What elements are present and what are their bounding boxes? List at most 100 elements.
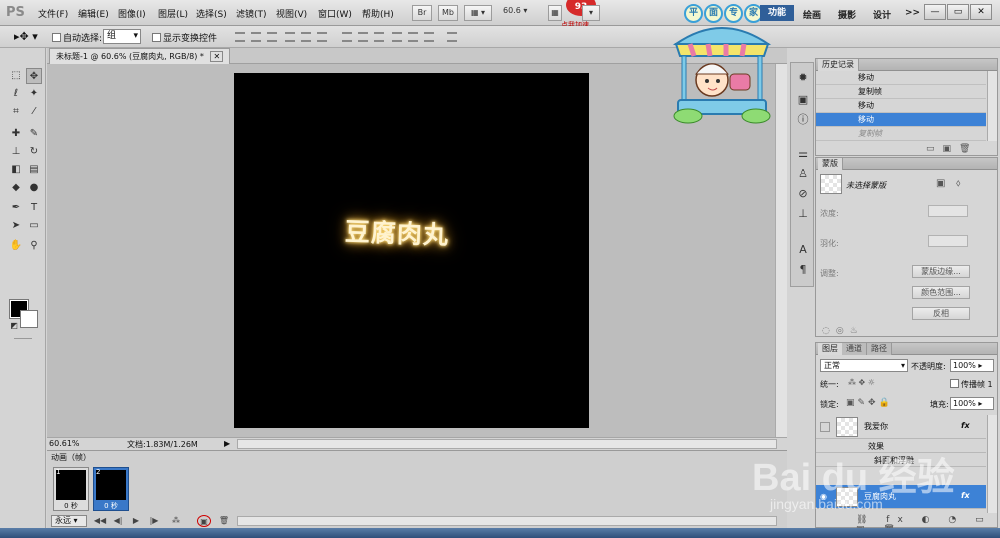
layer-name[interactable]: 我爱你 [864,421,888,432]
bridge-button[interactable]: Br [412,5,432,21]
menu-layer[interactable]: 图层(L) [158,7,188,20]
vertical-scrollbar[interactable] [775,64,787,437]
history-step[interactable]: 复制帧 [816,85,986,99]
distribute-bottom-icon[interactable] [374,32,384,42]
workspace-design[interactable]: 设计 [873,8,891,21]
quick-mask-icon[interactable] [14,338,32,339]
tab-masks[interactable]: 蒙版 [818,158,843,170]
first-frame-button[interactable]: ◀◀ [93,515,107,527]
arrange-icon[interactable]: ▦ [548,5,562,21]
tab-history[interactable]: 历史记录 [818,59,859,71]
lasso-tool-icon[interactable]: ℓ [8,86,24,102]
tab-paths[interactable]: 路径 [867,343,892,355]
brush-presets-icon[interactable]: ⚌ [796,147,810,161]
tab-layers[interactable]: 图层 [818,343,843,355]
menu-file[interactable]: 文件(F) [38,7,68,20]
path-select-tool-icon[interactable]: ➤ [8,218,24,234]
menu-edit[interactable]: 编辑(E) [78,7,109,20]
layer-row[interactable]: 我爱你 fx [816,415,986,439]
lock-icons[interactable]: ▣✎✥🔒 [846,398,893,408]
animation-panel-title[interactable]: 动画（帧） [51,452,91,463]
mask-edge-button[interactable]: 蒙版边缘... [912,265,970,278]
opacity-field[interactable]: 100% ▸ [950,359,994,372]
tool-presets-icon[interactable]: ⊥ [796,207,810,221]
horizontal-scrollbar[interactable] [237,439,777,449]
zoom-dropdown[interactable]: 60.6 ▾ [503,6,543,20]
color-range-button[interactable]: 颜色范围... [912,286,970,299]
workspace-more[interactable]: >> [905,8,920,18]
eyedropper-tool-icon[interactable]: ⁄ [26,104,42,120]
duplicate-frame-button[interactable]: ▣ [197,515,211,527]
previous-frame-button[interactable]: ◀| [111,515,125,527]
workspace-photography[interactable]: 摄影 [838,8,856,21]
auto-select-dropdown[interactable]: 组 ▾ [103,29,141,44]
align-left-icon[interactable] [285,32,295,42]
shape-tool-icon[interactable]: ▭ [26,218,42,234]
status-doc-size[interactable]: 文档:1.83M/1.26M [127,439,198,450]
add-pixel-mask-icon[interactable]: ▣ [936,178,945,189]
info-icon[interactable]: ⓘ [796,113,810,127]
delete-frame-button[interactable]: 🗑 [217,515,231,527]
menu-image[interactable]: 图像(I) [118,7,146,20]
distribute-left-icon[interactable] [392,32,402,42]
animation-frame-1[interactable]: 1 0 秒 [53,467,89,511]
menu-filter[interactable]: 滤镜(T) [236,7,267,20]
auto-align-icon[interactable] [447,32,457,42]
distribute-vcenter-icon[interactable] [358,32,368,42]
stamp-tool-icon[interactable]: ⊥ [8,144,24,160]
pen-tool-icon[interactable]: ✒ [8,200,24,216]
tween-button[interactable]: ⁂ [169,515,183,527]
menu-view[interactable]: 视图(V) [276,7,307,20]
loop-options-dropdown[interactable]: 永远 ▾ [51,515,87,527]
invert-button[interactable]: 反相 [912,307,970,320]
minibridge-button[interactable]: Mb [438,5,458,21]
hand-tool-icon[interactable]: ✋ [8,238,24,254]
history-scrollbar[interactable] [987,71,997,141]
blend-mode-dropdown[interactable]: 正常 ▾ [820,359,908,372]
distribute-hcenter-icon[interactable] [408,32,418,42]
crop-tool-icon[interactable]: ⌗ [8,104,24,120]
menu-help[interactable]: 帮助(H) [362,7,394,20]
paragraph-icon[interactable]: ¶ [796,263,810,277]
histogram-icon[interactable]: ▣ [796,93,810,107]
auto-select-checkbox[interactable] [52,33,61,42]
align-vcenter-icon[interactable] [251,32,261,42]
status-menu-arrow-icon[interactable]: ▶ [224,439,230,448]
distribute-right-icon[interactable] [424,32,434,42]
tab-channels[interactable]: 通道 [842,343,867,355]
move-tool-icon[interactable]: ✥ [26,68,42,84]
show-transform-checkbox[interactable] [152,33,161,42]
view-extras-button[interactable]: ▦ ▾ [464,5,492,21]
default-colors-icon[interactable]: ◩ [6,318,22,334]
menu-window[interactable]: 窗口(W) [318,7,352,20]
fill-field[interactable]: 100% ▸ [950,397,994,410]
eraser-tool-icon[interactable]: ◧ [8,162,24,178]
blur-tool-icon[interactable]: ◆ [8,180,24,196]
visibility-toggle[interactable] [820,422,830,432]
propagate-checkbox[interactable] [950,379,959,388]
auto-select-option[interactable]: 自动选择: [52,31,102,44]
type-tool-icon[interactable]: T [26,200,42,216]
move-tool-preset-icon[interactable]: ▸✥ ▾ [14,30,38,43]
background-color-swatch[interactable] [20,310,38,328]
history-step[interactable]: 移动 [816,71,986,85]
history-step[interactable]: 移动 [816,99,986,113]
layer-fx-icon[interactable]: fx [961,491,970,500]
propagate-option[interactable]: 传播帧 1 [950,379,993,390]
navigator-icon[interactable]: ✹ [796,71,810,85]
history-brush-tool-icon[interactable]: ↻ [26,144,42,160]
close-button[interactable]: ✕ [970,4,992,20]
density-field[interactable] [928,205,968,217]
distribute-top-icon[interactable] [342,32,352,42]
show-transform-option[interactable]: 显示变换控件 [152,31,217,44]
screen-mode-button[interactable]: ▾ [582,5,600,21]
character-icon[interactable]: A [796,243,810,257]
frame-delay[interactable]: 0 秒 [56,501,86,511]
gradient-tool-icon[interactable]: ▤ [26,162,42,178]
document-tab[interactable]: 未标题-1 @ 60.6% (豆腐肉丸, RGB/8) * ✕ [49,48,231,64]
align-top-icon[interactable] [235,32,245,42]
history-step-undone[interactable]: 复制帧 [816,127,986,141]
unify-icons[interactable]: ⁂ ✥ ☼ [848,378,875,387]
align-bottom-icon[interactable] [267,32,277,42]
menu-select[interactable]: 选择(S) [196,7,227,20]
